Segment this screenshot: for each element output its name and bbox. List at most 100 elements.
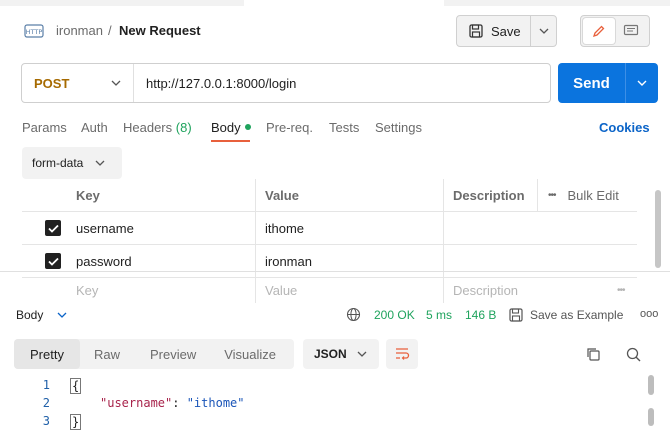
new-key-input[interactable]: Key xyxy=(66,278,98,303)
code-close-brace: } xyxy=(70,414,82,430)
table-header-actions: ••• Bulk Edit xyxy=(538,179,619,211)
table-row: password ironman xyxy=(22,244,637,277)
response-size[interactable]: 146 B xyxy=(465,308,496,322)
save-button-group: Save xyxy=(456,15,557,47)
save-dropdown-button[interactable] xyxy=(531,16,556,46)
tab-headers-label: Headers xyxy=(123,120,173,135)
row-key[interactable]: password xyxy=(66,245,132,277)
response-scrollbar-lower[interactable] xyxy=(648,408,654,426)
docs-mode-button[interactable] xyxy=(615,18,647,44)
tab-body[interactable]: Body xyxy=(211,120,251,135)
method-select[interactable]: POST xyxy=(22,64,134,102)
send-dropdown-button[interactable] xyxy=(626,63,658,103)
bulk-edit-button[interactable]: Bulk Edit xyxy=(568,188,619,203)
edit-mode-button[interactable] xyxy=(583,18,615,44)
breadcrumb-separator: / xyxy=(108,23,112,38)
http-icon: HTTP xyxy=(24,24,44,38)
save-button-label: Save xyxy=(491,23,521,39)
request-scrollbar[interactable] xyxy=(655,190,661,268)
page-title[interactable]: New Request xyxy=(119,23,201,38)
save-as-example-label: Save as Example xyxy=(530,308,624,322)
format-label: JSON xyxy=(314,347,347,361)
comment-icon xyxy=(623,24,639,36)
body-type-select[interactable]: form-data xyxy=(22,147,122,179)
chevron-down-icon xyxy=(539,28,549,34)
response-view-tabs: Pretty Raw Preview Visualize xyxy=(14,339,294,369)
url-input[interactable]: http://127.0.0.1:8000/login xyxy=(134,76,296,91)
row-description[interactable] xyxy=(443,212,637,244)
chevron-down-icon xyxy=(95,160,105,166)
table-row-new: Key Value Description ••• xyxy=(22,277,637,303)
wrap-icon xyxy=(396,348,410,360)
new-description-input[interactable]: Description xyxy=(443,278,518,303)
tab-params[interactable]: Params xyxy=(22,120,67,135)
headers-count: (8) xyxy=(175,120,192,135)
json-colon: : xyxy=(172,396,187,410)
save-button[interactable]: Save xyxy=(457,16,532,46)
row-checkbox[interactable] xyxy=(35,245,61,277)
new-value-input[interactable]: Value xyxy=(255,278,297,303)
view-mode-toggle xyxy=(580,15,650,47)
pane-divider[interactable] xyxy=(0,271,670,272)
send-button[interactable]: Send xyxy=(558,63,626,103)
column-description: Description xyxy=(453,187,525,203)
checkbox-checked-icon xyxy=(45,253,61,269)
send-button-group: Send xyxy=(558,63,658,103)
checkbox-checked-icon xyxy=(45,220,61,236)
chevron-down-icon xyxy=(357,351,367,357)
line-number: 3 xyxy=(42,414,50,428)
breadcrumb-parent[interactable]: ironman xyxy=(56,23,103,38)
active-tab-indicator xyxy=(211,140,250,142)
chevron-down-icon xyxy=(637,80,647,86)
table-header-row: Key Value Description ••• Bulk Edit xyxy=(22,179,637,211)
copy-icon[interactable] xyxy=(586,347,601,362)
response-scrollbar[interactable] xyxy=(648,375,654,395)
line-number: 1 xyxy=(42,378,50,392)
tab-settings[interactable]: Settings xyxy=(375,120,422,135)
save-as-example-button[interactable]: Save as Example xyxy=(509,308,623,322)
body-active-dot xyxy=(244,124,251,130)
tab-visualize[interactable]: Visualize xyxy=(212,339,288,369)
response-time[interactable]: 5 ms xyxy=(426,308,452,322)
row-value[interactable]: ithome xyxy=(255,212,304,244)
column-value: Value xyxy=(265,187,299,203)
search-icon[interactable] xyxy=(626,347,641,362)
cookies-link[interactable]: Cookies xyxy=(599,120,650,135)
table-row: username ithome xyxy=(22,211,637,244)
chevron-down-icon xyxy=(111,80,121,86)
request-url-bar: POST http://127.0.0.1:8000/login xyxy=(21,63,551,103)
pencil-icon xyxy=(592,25,605,38)
response-body-label: Body xyxy=(16,308,44,322)
response-body-select[interactable]: Body xyxy=(16,308,67,322)
tab-raw[interactable]: Raw xyxy=(80,339,134,369)
row-description[interactable] xyxy=(443,245,637,277)
body-type-label: form-data xyxy=(32,156,84,170)
json-value: "ithome" xyxy=(186,396,245,410)
method-label: POST xyxy=(34,75,70,91)
wrap-lines-button[interactable] xyxy=(386,339,418,369)
save-icon xyxy=(509,308,523,322)
row-checkbox[interactable] xyxy=(35,212,61,244)
chevron-down-icon xyxy=(57,312,67,318)
row-value[interactable]: ironman xyxy=(255,245,312,277)
row-key[interactable]: username xyxy=(66,212,134,244)
json-key: "username" xyxy=(100,396,173,410)
globe-icon[interactable] xyxy=(346,307,361,322)
row-more-icon[interactable]: ••• xyxy=(607,278,625,303)
tab-pretty[interactable]: Pretty xyxy=(14,339,80,369)
svg-text:HTTP: HTTP xyxy=(26,28,43,36)
response-more-icon[interactable]: ooo xyxy=(640,308,658,320)
code-line-2: "username": "ithome" xyxy=(100,396,245,410)
tab-strip xyxy=(0,0,670,6)
tab-preview[interactable]: Preview xyxy=(134,339,212,369)
active-request-tab[interactable] xyxy=(244,0,444,6)
tab-auth[interactable]: Auth xyxy=(81,120,108,135)
format-select[interactable]: JSON xyxy=(303,339,379,369)
tab-pre-request[interactable]: Pre-req. xyxy=(266,120,313,135)
tab-headers[interactable]: Headers (8) xyxy=(123,120,192,135)
line-number: 2 xyxy=(42,396,50,410)
code-open-brace: { xyxy=(70,378,82,394)
tab-tests[interactable]: Tests xyxy=(329,120,359,135)
status-badge[interactable]: 200 OK xyxy=(374,308,415,322)
more-options-icon[interactable]: ••• xyxy=(548,190,556,201)
